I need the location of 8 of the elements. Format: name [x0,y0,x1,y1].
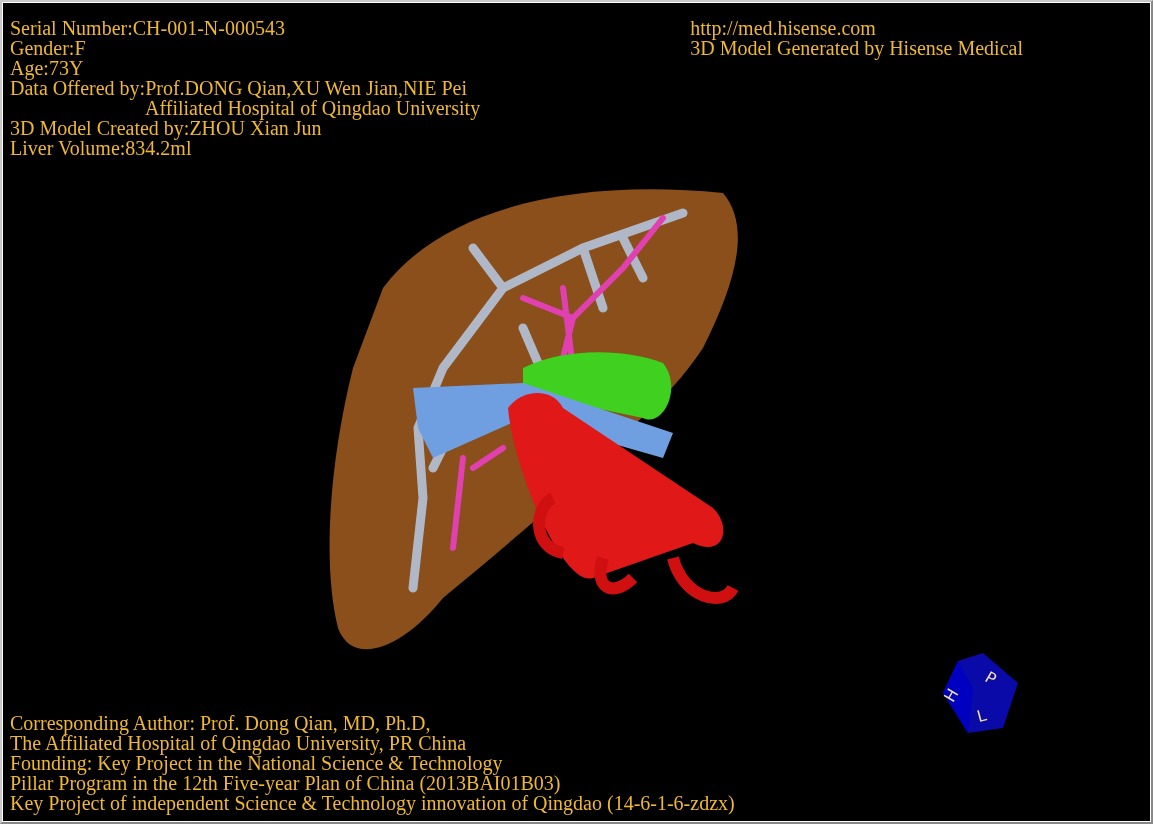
cube-face-label: P [981,667,1000,689]
info-text: Serial Number:CH-001-N-000543 [10,18,285,38]
info-text: Liver Volume:834.2ml [10,138,192,158]
info-text: Affiliated Hospital of Qingdao University [145,98,481,118]
cube-face-label: L [974,705,989,726]
info-text: http://med.hisense.com [690,18,876,38]
info-text: Gender:F [10,38,86,58]
cube-face-label: H [940,685,963,706]
